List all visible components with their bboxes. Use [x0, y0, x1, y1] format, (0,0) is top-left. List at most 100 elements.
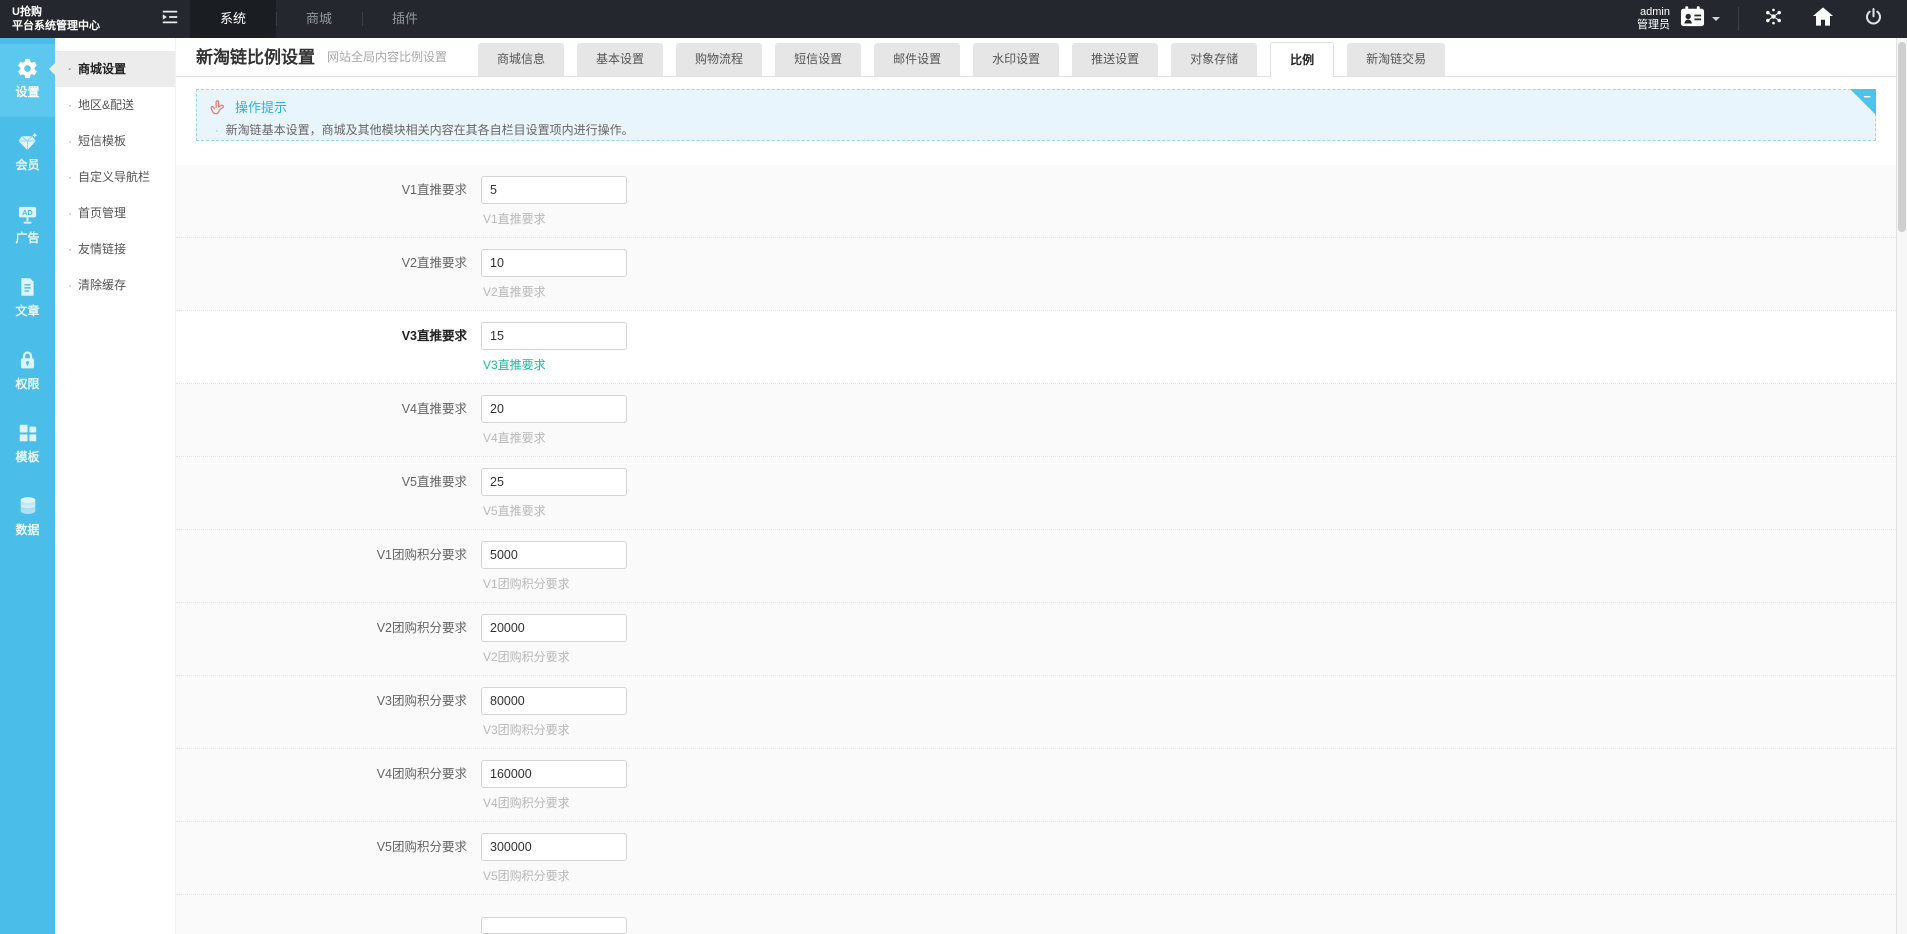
- shortcuts-button[interactable]: [1755, 0, 1791, 38]
- settings-tab[interactable]: 比例: [1270, 42, 1334, 77]
- sidebar-module-item[interactable]: AD 广告: [0, 190, 55, 263]
- field-wrap: V4团购积分要求: [481, 760, 627, 821]
- menu-fold-icon: [161, 9, 179, 30]
- sidebar-module-label: 设置: [0, 83, 55, 100]
- settings-tab[interactable]: 商城信息: [478, 43, 564, 76]
- settings-tab[interactable]: 新淘链交易: [1347, 43, 1445, 76]
- settings-tab[interactable]: 推送设置: [1072, 43, 1158, 76]
- field-input[interactable]: [481, 760, 627, 788]
- sidebar-collapse-button[interactable]: [150, 0, 190, 38]
- field-input[interactable]: [481, 541, 627, 569]
- lock-icon: [0, 349, 55, 373]
- field-input[interactable]: [481, 917, 627, 934]
- field-input[interactable]: [481, 614, 627, 642]
- field-label: V1团购积分要求: [176, 541, 481, 602]
- settings-tab[interactable]: 邮件设置: [874, 43, 960, 76]
- tip-collapse-icon[interactable]: −: [1863, 90, 1871, 103]
- submenu-item[interactable]: 地区&配送: [55, 87, 175, 123]
- sidebar-module-label: 模板: [0, 448, 55, 465]
- field-input[interactable]: [481, 249, 627, 277]
- field-wrap: V1团购积分要求: [481, 541, 627, 602]
- submenu-item[interactable]: 商城设置: [55, 51, 175, 87]
- field-label: V2直推要求: [176, 249, 481, 310]
- scrollbar-thumb[interactable]: [1898, 42, 1906, 232]
- svg-text:AD: AD: [22, 209, 32, 217]
- form-row: V2直推要求 V2直推要求: [176, 238, 1896, 311]
- field-helper-text: V4直推要求: [481, 429, 627, 446]
- field-helper-text: V5团购积分要求: [481, 867, 627, 884]
- field-input[interactable]: [481, 395, 627, 423]
- field-label: V3直推要求: [176, 322, 481, 383]
- page-scrollbar: [1896, 38, 1907, 934]
- settings-tab-label: 推送设置: [1091, 52, 1139, 66]
- field-helper-text: V2直推要求: [481, 283, 627, 300]
- settings-tab[interactable]: 短信设置: [775, 43, 861, 76]
- field-wrap: V3直推要求: [481, 322, 627, 383]
- id-card-icon: [1680, 5, 1705, 33]
- settings-tab-label: 新淘链交易: [1366, 52, 1426, 66]
- topnav-item[interactable]: 系统: [190, 0, 276, 38]
- submenu-item[interactable]: 清除缓存: [55, 267, 175, 303]
- submenu-item[interactable]: 自定义导航栏: [55, 159, 175, 195]
- sidebar-module-item[interactable]: 权限: [0, 336, 55, 409]
- field-label: V4直推要求: [176, 395, 481, 456]
- logout-button[interactable]: [1855, 0, 1891, 38]
- field-input[interactable]: [481, 468, 627, 496]
- topnav-item[interactable]: 插件: [362, 0, 448, 38]
- field-label: V2团购积分要求: [176, 614, 481, 675]
- settings-tab-label: 基本设置: [596, 52, 644, 66]
- field-wrap: V5团购积分要求: [481, 833, 627, 894]
- settings-tab[interactable]: 基本设置: [577, 43, 663, 76]
- form-row: V1团购积分要求 V1团购积分要求: [176, 530, 1896, 603]
- tip-title-row: 操作提示: [209, 97, 1863, 116]
- sidebar-module-item[interactable]: 模板: [0, 409, 55, 482]
- submenu-item-label: 友情链接: [78, 242, 126, 256]
- field-input[interactable]: [481, 687, 627, 715]
- sidebar-module-item[interactable]: 文章: [0, 263, 55, 336]
- database-icon: [0, 495, 55, 519]
- field-label: V5团购积分要求: [176, 833, 481, 894]
- settings-tab[interactable]: 购物流程: [676, 43, 762, 76]
- submenu-item[interactable]: 首页管理: [55, 195, 175, 231]
- form-row: V1直推要求 V1直推要求: [176, 165, 1896, 238]
- top-nav: 系统 商城 插件: [190, 0, 448, 38]
- topnav-item-label: 商城: [306, 11, 332, 26]
- settings-tab-label: 水印设置: [992, 52, 1040, 66]
- topnav-item-label: 插件: [392, 11, 418, 26]
- operation-tip-box: 操作提示 ·新淘链基本设置，商城及其他模块相关内容在其各自栏目设置项内进行操作。…: [196, 89, 1876, 141]
- submenu-item[interactable]: 友情链接: [55, 231, 175, 267]
- field-label: V3团购积分要求: [176, 687, 481, 748]
- share-nodes-icon: [1763, 6, 1784, 32]
- field-label: V5直推要求: [176, 468, 481, 529]
- form-row: V3直推要求 V3直推要求: [176, 311, 1896, 384]
- settings-tab[interactable]: 水印设置: [973, 43, 1059, 76]
- field-label: V4团购积分要求: [176, 760, 481, 821]
- submenu-item-label: 短信模板: [78, 134, 126, 148]
- field-input[interactable]: [481, 322, 627, 350]
- settings-tab-label: 购物流程: [695, 52, 743, 66]
- sidebar-module-item[interactable]: 数据: [0, 482, 55, 555]
- ratio-settings-form: V1直推要求 V1直推要求 V2直推要求 V2直推要求 V3直推要求: [176, 165, 1896, 895]
- field-wrap: V2团购积分要求: [481, 614, 627, 675]
- settings-tab-label: 对象存储: [1190, 52, 1238, 66]
- submenu-item[interactable]: 短信模板: [55, 123, 175, 159]
- field-helper-text: V4团购积分要求: [481, 794, 627, 811]
- sidebar-module-label: 权限: [0, 375, 55, 392]
- user-menu-button[interactable]: [1680, 5, 1720, 33]
- settings-tab[interactable]: 对象存储: [1171, 43, 1257, 76]
- sidebar-module-item[interactable]: 设置: [0, 44, 55, 117]
- field-helper-text: V3团购积分要求: [481, 721, 627, 738]
- main-panel: 新淘链比例设置 网站全局内容比例设置 商城信息 基本设置 购物流程 短信设置 邮…: [176, 38, 1896, 934]
- settings-tab-label: 商城信息: [497, 52, 545, 66]
- field-label: [176, 917, 481, 934]
- sidebar-module-item[interactable]: 会员: [0, 117, 55, 190]
- topnav-item[interactable]: 商城: [276, 0, 362, 38]
- field-input[interactable]: [481, 176, 627, 204]
- grid-icon: [0, 422, 55, 446]
- field-input[interactable]: [481, 833, 627, 861]
- field-wrap: V1直推要求: [481, 176, 627, 237]
- document-icon: [0, 276, 55, 300]
- home-button[interactable]: [1805, 0, 1841, 38]
- submenu-item-label: 商城设置: [78, 62, 126, 76]
- gear-icon: [0, 57, 55, 81]
